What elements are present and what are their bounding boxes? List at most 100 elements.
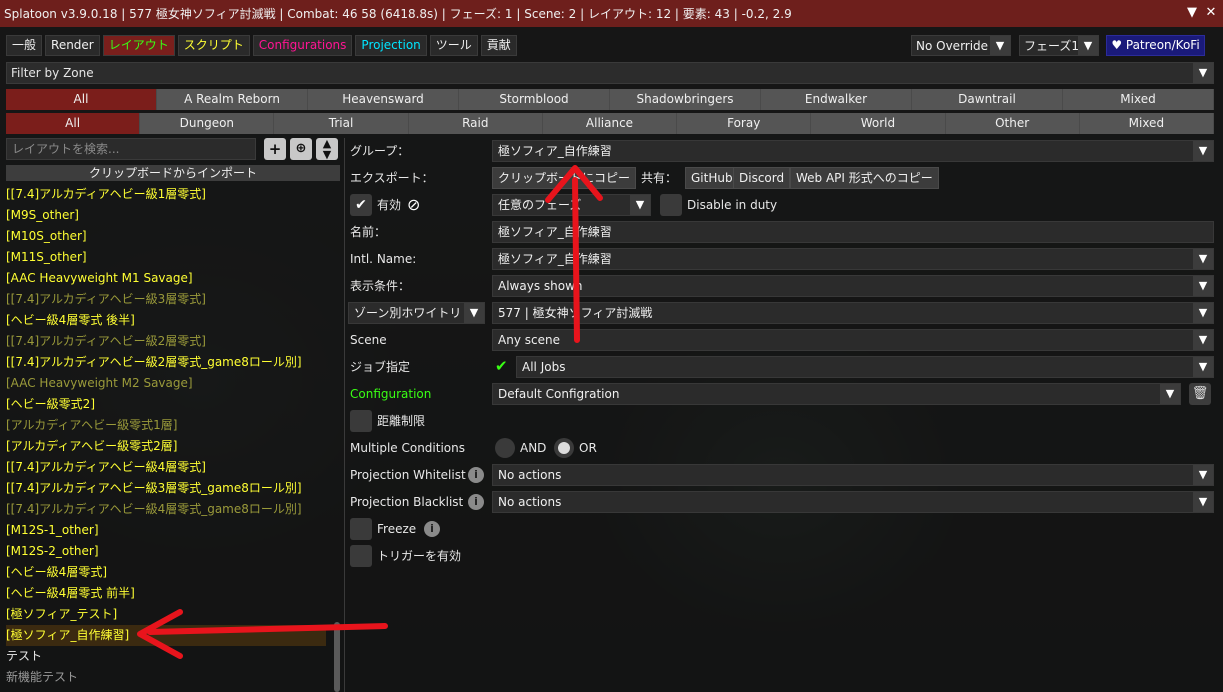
- layout-list-item[interactable]: [ヘビー級零式2]: [6, 394, 326, 415]
- tab-tools[interactable]: ツール: [429, 35, 478, 56]
- layout-list-item[interactable]: テスト: [6, 646, 326, 667]
- enabled-checkbox[interactable]: ✔: [350, 194, 372, 216]
- distance-limit-label: 距離制限: [377, 414, 426, 428]
- patreon-kofi-button[interactable]: ♥ Patreon/KoFi: [1106, 35, 1205, 56]
- scene-label: Scene: [350, 333, 387, 347]
- tab-render[interactable]: Render: [45, 35, 100, 56]
- layout-list-item[interactable]: [[7.4]アルカディアヘビー級1層零式]: [6, 184, 326, 205]
- projection-blacklist-value: No actions: [498, 495, 562, 509]
- zone-mode-value: ゾーン別ホワイトリ: [354, 306, 462, 320]
- tab-configurations[interactable]: Configurations: [252, 35, 353, 56]
- layout-list-item[interactable]: 新機能テスト: [6, 667, 326, 688]
- phase-select[interactable]: 任意のフェーズ ▼: [492, 194, 651, 216]
- phase-combo[interactable]: フェーズ1 ▼: [1019, 35, 1099, 56]
- expansion-hw[interactable]: Heavensward: [308, 89, 459, 110]
- filter-by-zone-combo[interactable]: Filter by Zone ▼: [6, 62, 1214, 84]
- title-bar[interactable]: Splatoon v3.9.0.18 | 577 極女神ソフィア討滅戦 | Co…: [0, 0, 1223, 27]
- expansion-sb[interactable]: Stormblood: [459, 89, 610, 110]
- and-radio[interactable]: [495, 438, 515, 458]
- layout-list-item[interactable]: [M11S_other]: [6, 247, 326, 268]
- layout-list-item[interactable]: [ヘビー級4層零式 前半]: [6, 583, 326, 604]
- web-api-copy-button[interactable]: Web API 形式へのコピー: [790, 167, 939, 189]
- expansion-all[interactable]: All: [6, 89, 157, 110]
- layout-list-item[interactable]: [M9S_other]: [6, 205, 326, 226]
- group-combo[interactable]: 極ソフィア_自作練習 ▼: [492, 140, 1214, 162]
- content-dungeon[interactable]: Dungeon: [140, 113, 275, 134]
- expansion-filter-row: All A Realm Reborn Heavensward Stormbloo…: [6, 89, 1214, 110]
- intl-name-combo[interactable]: 極ソフィア_自作練習 ▼: [492, 248, 1214, 270]
- override-combo[interactable]: No Override ▼: [911, 35, 1011, 56]
- configuration-combo[interactable]: Default Configration ▼: [492, 383, 1181, 405]
- layout-list-item[interactable]: [M12S-1_other]: [6, 520, 326, 541]
- enable-trigger-checkbox[interactable]: [350, 545, 372, 567]
- tab-general[interactable]: 一般: [6, 35, 43, 56]
- trash-icon[interactable]: 🗑: [1189, 383, 1211, 405]
- layout-list-item[interactable]: [[7.4]アルカディアヘビー級4層零式_game8ロール別]: [6, 499, 326, 520]
- layout-list-item[interactable]: [アルカディアヘビー級零式1層]: [6, 415, 326, 436]
- display-condition-row: 表示条件： Always shown ▼: [345, 274, 1215, 298]
- job-combo[interactable]: All Jobs ▼: [516, 356, 1214, 378]
- content-trial[interactable]: Trial: [274, 113, 409, 134]
- search-zoom-icon[interactable]: ⊕: [290, 138, 312, 160]
- tab-scripts[interactable]: スクリプト: [177, 35, 250, 56]
- collapse-icon[interactable]: ▼: [1184, 5, 1200, 21]
- disable-in-duty-checkbox[interactable]: [660, 194, 682, 216]
- copy-to-clipboard-button[interactable]: クリップボードにコピー: [492, 167, 637, 189]
- layout-list-item[interactable]: [[7.4]アルカディアヘビー級4層零式]: [6, 457, 326, 478]
- distance-limit-checkbox[interactable]: [350, 410, 372, 432]
- layout-list-item[interactable]: [[7.4]アルカディアヘビー級3層零式]: [6, 289, 326, 310]
- name-input[interactable]: 極ソフィア_自作練習: [492, 221, 1214, 243]
- tab-layouts[interactable]: レイアウト: [102, 35, 175, 56]
- info-icon[interactable]: i: [468, 467, 484, 483]
- layout-search-input[interactable]: レイアウトを検索...: [6, 138, 256, 160]
- layout-list-item[interactable]: [ヘビー級4層零式]: [6, 562, 326, 583]
- layout-list-item[interactable]: [AAC Heavyweight M2 Savage]: [6, 373, 326, 394]
- layout-list-item[interactable]: [極ソフィア_テスト]: [6, 604, 326, 625]
- add-layout-icon[interactable]: +: [264, 138, 286, 160]
- content-raid[interactable]: Raid: [408, 113, 543, 134]
- layout-list-item[interactable]: [AAC Heavyweight M1 Savage]: [6, 268, 326, 289]
- layout-list-item[interactable]: [[7.4]アルカディアヘビー級2層零式]: [6, 331, 326, 352]
- eye-slash-icon[interactable]: ⊘: [407, 195, 420, 214]
- content-world[interactable]: World: [811, 113, 946, 134]
- zone-combo[interactable]: 577 | 極女神ソフィア討滅戦 ▼: [492, 302, 1214, 324]
- expansion-shb[interactable]: Shadowbringers: [610, 89, 761, 110]
- zone-mode-combo[interactable]: ゾーン別ホワイトリ ▼: [348, 302, 485, 324]
- layout-list-item[interactable]: [ヘビー級4層零式 後半]: [6, 310, 326, 331]
- splatoon-window: Splatoon v3.9.0.18 | 577 極女神ソフィア討滅戦 | Co…: [0, 0, 1223, 692]
- expansion-mixed[interactable]: Mixed: [1063, 89, 1214, 110]
- info-icon[interactable]: i: [468, 494, 484, 510]
- layout-list-item[interactable]: [アルカディアヘビー級零式2層]: [6, 436, 326, 457]
- import-from-clipboard-button[interactable]: クリップボードからインポート: [6, 165, 340, 181]
- projection-whitelist-combo[interactable]: No actions ▼: [492, 464, 1214, 486]
- content-alliance[interactable]: Alliance: [542, 113, 678, 134]
- close-icon[interactable]: ✕: [1203, 5, 1219, 21]
- github-button[interactable]: GitHub: [685, 167, 739, 189]
- chevron-down-icon: ▼: [464, 303, 484, 323]
- tab-projection[interactable]: Projection: [355, 35, 427, 56]
- tab-contribute[interactable]: 貢献: [480, 35, 517, 56]
- content-all[interactable]: All: [6, 113, 141, 134]
- sort-icon[interactable]: ▲ ▼: [316, 138, 338, 160]
- content-other[interactable]: Other: [945, 113, 1080, 134]
- content-mixed[interactable]: Mixed: [1079, 113, 1214, 134]
- expansion-dt[interactable]: Dawntrail: [912, 89, 1063, 110]
- content-foray[interactable]: Foray: [677, 113, 812, 134]
- info-icon[interactable]: i: [424, 521, 440, 537]
- layout-list-item[interactable]: [M12S-2_other]: [6, 541, 326, 562]
- expansion-ew[interactable]: Endwalker: [761, 89, 912, 110]
- freeze-checkbox[interactable]: [350, 518, 372, 540]
- layout-list-item[interactable]: [極ソフィア_自作練習]: [6, 625, 326, 646]
- or-radio[interactable]: [554, 438, 574, 458]
- freeze-row: Freeze i: [345, 517, 1215, 541]
- layout-list-item[interactable]: [[7.4]アルカディアヘビー級3層零式_game8ロール別]: [6, 478, 326, 499]
- layout-list-scrollbar[interactable]: [334, 622, 340, 692]
- layout-list-item[interactable]: [[7.4]アルカディアヘビー級2層零式_game8ロール別]: [6, 352, 326, 373]
- layout-list-item[interactable]: [M10S_other]: [6, 226, 326, 247]
- expansion-arr[interactable]: A Realm Reborn: [157, 89, 308, 110]
- display-condition-combo[interactable]: Always shown ▼: [492, 275, 1214, 297]
- scene-row: Scene Any scene ▼: [345, 328, 1215, 352]
- discord-button[interactable]: Discord: [733, 167, 791, 189]
- projection-blacklist-combo[interactable]: No actions ▼: [492, 491, 1214, 513]
- scene-combo[interactable]: Any scene ▼: [492, 329, 1214, 351]
